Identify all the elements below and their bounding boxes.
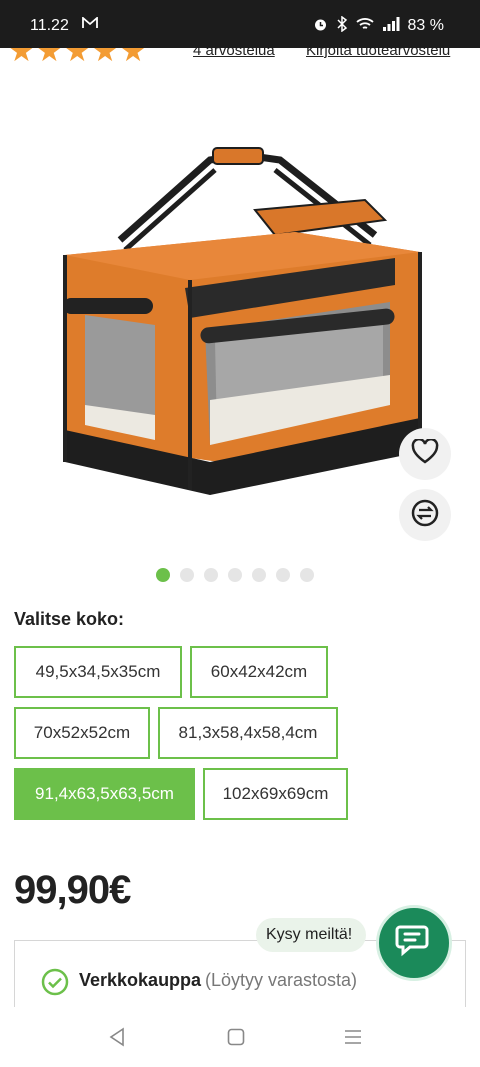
compare-arrows-icon (410, 498, 440, 533)
stock-location: Verkkokauppa (79, 970, 202, 990)
size-option-3[interactable]: 70x52x52cm (14, 707, 150, 759)
system-navigation-bar (0, 1007, 480, 1067)
product-price: 99,90€ (14, 868, 131, 912)
gallery-dot-7[interactable] (300, 568, 314, 582)
size-option-6[interactable]: 102x69x69cm (203, 768, 348, 820)
reviews-count-link[interactable]: 4 arvostelua (193, 48, 275, 59)
back-icon[interactable] (108, 1027, 126, 1052)
gallery-dot-4[interactable] (228, 568, 242, 582)
size-option-5[interactable]: 91,4x63,5x63,5cm (14, 768, 195, 820)
gallery-dot-1[interactable] (156, 568, 170, 582)
heart-icon (411, 437, 439, 470)
home-icon[interactable] (227, 1027, 245, 1052)
battery-level: 83 % (407, 16, 444, 34)
status-time: 11.22 (30, 17, 69, 34)
rating-stars: ★★★★★ (8, 48, 148, 68)
alarm-icon (313, 17, 328, 35)
chat-prompt-bubble[interactable]: Kysy meiltä! (256, 918, 367, 952)
chat-icon (394, 921, 434, 966)
recent-apps-icon[interactable] (344, 1027, 362, 1052)
gmail-icon (82, 16, 98, 33)
check-circle-icon (41, 968, 69, 1001)
gallery-dot-3[interactable] (204, 568, 218, 582)
gallery-dot-6[interactable] (276, 568, 290, 582)
write-review-link[interactable]: Kirjoita tuotearvostelu (306, 48, 450, 59)
bluetooth-icon (336, 15, 348, 35)
product-image[interactable] (45, 140, 435, 510)
size-option-2[interactable]: 60x42x42cm (190, 646, 328, 698)
wifi-icon (355, 17, 374, 34)
chat-button[interactable] (376, 905, 452, 981)
stock-status: (Löytyy varastosta) (205, 970, 358, 990)
gallery-dot-5[interactable] (252, 568, 266, 582)
status-bar: 11.22 83 % (0, 0, 480, 48)
size-option-1[interactable]: 49,5x34,5x35cm (14, 646, 182, 698)
reviews-row: ★★★★★ 4 arvostelua Kirjoita tuotearvoste… (0, 48, 480, 70)
compare-button[interactable] (399, 489, 451, 541)
wishlist-button[interactable] (399, 428, 451, 480)
gallery-dot-2[interactable] (180, 568, 194, 582)
chat-prompt-label: Kysy meiltä! (266, 926, 353, 943)
size-selector-label: Valitse koko: (14, 609, 125, 629)
signal-icon (382, 17, 400, 34)
size-option-4[interactable]: 81,3x58,4x58,4cm (158, 707, 338, 759)
gallery-pagination (156, 568, 314, 582)
